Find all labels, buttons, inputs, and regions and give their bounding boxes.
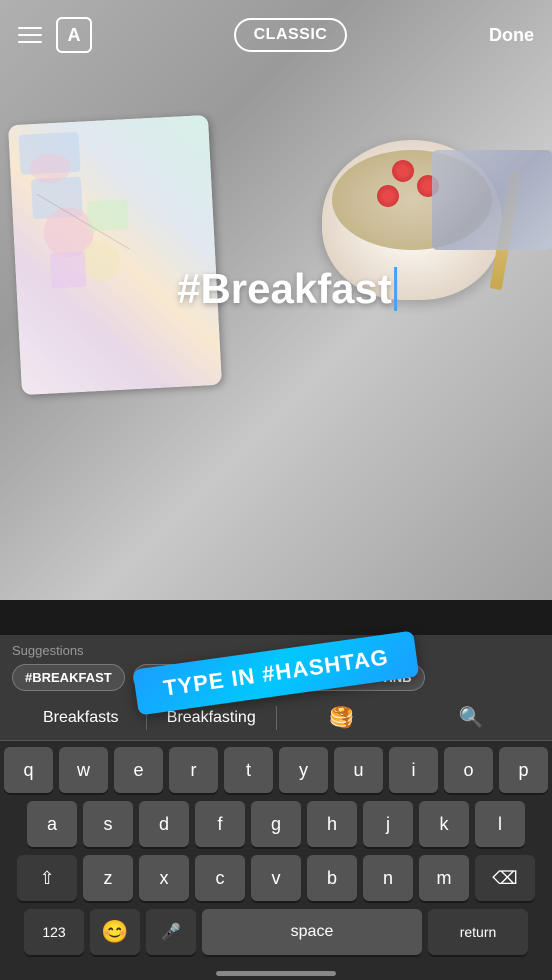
tablet-art bbox=[26, 168, 153, 304]
key-row-2: a s d f g h j k l bbox=[4, 801, 548, 847]
key-microphone[interactable]: 🎤 bbox=[146, 909, 196, 955]
top-left-controls: A bbox=[18, 17, 92, 53]
home-indicator bbox=[216, 971, 336, 976]
napkin bbox=[432, 150, 552, 250]
text-style-button[interactable]: A bbox=[56, 17, 92, 53]
key-d[interactable]: d bbox=[139, 801, 189, 847]
hamburger-menu[interactable] bbox=[18, 27, 42, 43]
key-a[interactable]: a bbox=[27, 801, 77, 847]
tablet-content bbox=[8, 115, 222, 395]
word-suggestions: Breakfasts Breakfasting 🥞 🔍 bbox=[0, 695, 552, 741]
key-row-3: ⇧ z x c v b n m ⌫ bbox=[4, 855, 548, 901]
bottom-bar bbox=[0, 967, 552, 980]
key-space[interactable]: space bbox=[202, 909, 422, 955]
key-return[interactable]: return bbox=[428, 909, 528, 955]
key-v[interactable]: v bbox=[251, 855, 301, 901]
key-m[interactable]: m bbox=[419, 855, 469, 901]
keyboard-keys: q w e r t y u i o p a s d f g h j k l ⇧ … bbox=[0, 741, 552, 967]
photo-background: #Breakfast bbox=[0, 0, 552, 600]
done-button[interactable]: Done bbox=[489, 25, 534, 46]
key-q[interactable]: q bbox=[4, 747, 53, 793]
key-n[interactable]: n bbox=[363, 855, 413, 901]
hashtag-overlay[interactable]: #Breakfast bbox=[177, 265, 397, 313]
key-j[interactable]: j bbox=[363, 801, 413, 847]
key-z[interactable]: z bbox=[83, 855, 133, 901]
text-style-label: A bbox=[68, 25, 81, 46]
hashtag-content: #Breakfast bbox=[177, 265, 392, 313]
key-t[interactable]: t bbox=[224, 747, 273, 793]
key-e[interactable]: e bbox=[114, 747, 163, 793]
key-u[interactable]: u bbox=[334, 747, 383, 793]
key-123[interactable]: 123 bbox=[24, 909, 84, 955]
key-k[interactable]: k bbox=[419, 801, 469, 847]
key-emoji[interactable]: 😊 bbox=[90, 909, 140, 955]
key-y[interactable]: y bbox=[279, 747, 328, 793]
word-emoji-pancake[interactable]: 🥞 bbox=[277, 703, 407, 732]
key-l[interactable]: l bbox=[475, 801, 525, 847]
classic-button[interactable]: CLASSIC bbox=[234, 18, 348, 52]
key-b[interactable]: b bbox=[307, 855, 357, 901]
key-w[interactable]: w bbox=[59, 747, 108, 793]
key-r[interactable]: r bbox=[169, 747, 218, 793]
key-i[interactable]: i bbox=[389, 747, 438, 793]
top-bar: A CLASSIC Done bbox=[0, 0, 552, 70]
berry-3 bbox=[377, 185, 399, 207]
key-p[interactable]: p bbox=[499, 747, 548, 793]
tablet-mockup bbox=[8, 115, 222, 395]
suggestion-chip-breakfast[interactable]: #BREAKFAST bbox=[12, 664, 125, 691]
text-cursor bbox=[394, 267, 397, 311]
key-h[interactable]: h bbox=[307, 801, 357, 847]
key-c[interactable]: c bbox=[195, 855, 245, 901]
photo-area: #Breakfast bbox=[0, 0, 552, 600]
key-g[interactable]: g bbox=[251, 801, 301, 847]
key-s[interactable]: s bbox=[83, 801, 133, 847]
key-x[interactable]: x bbox=[139, 855, 189, 901]
key-f[interactable]: f bbox=[195, 801, 245, 847]
key-row-1: q w e r t y u i o p bbox=[4, 747, 548, 793]
word-breakfasts[interactable]: Breakfasts bbox=[16, 707, 146, 729]
word-emoji-search[interactable]: 🔍 bbox=[407, 703, 537, 732]
key-row-4: 123 😊 🎤 space return bbox=[4, 909, 548, 955]
berry-1 bbox=[392, 160, 414, 182]
key-o[interactable]: o bbox=[444, 747, 493, 793]
key-backspace[interactable]: ⌫ bbox=[475, 855, 535, 901]
key-shift[interactable]: ⇧ bbox=[17, 855, 77, 901]
